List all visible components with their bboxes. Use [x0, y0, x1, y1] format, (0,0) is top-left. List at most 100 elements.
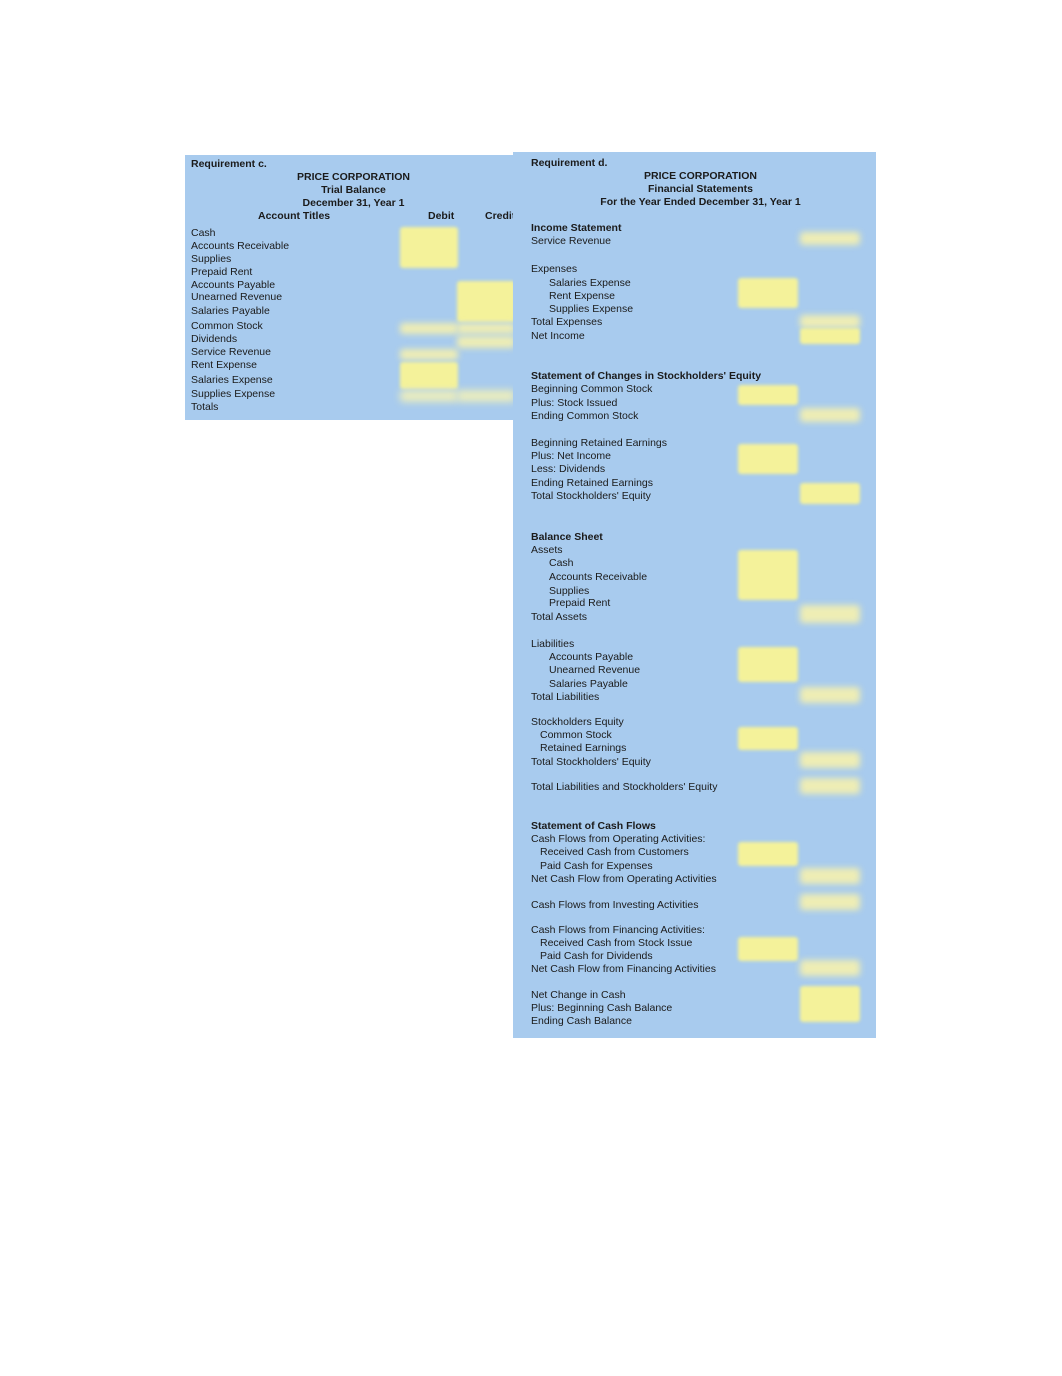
- trial-balance-debit-input-totals[interactable]: [400, 390, 458, 402]
- statement-line-label: Plus: Stock Issued: [531, 397, 618, 409]
- statement-line-label: Net Cash Flow from Financing Activities: [531, 963, 716, 975]
- statement-heading: Statement of Changes in Stockholders' Eq…: [531, 370, 762, 382]
- column-header-credit: Credit: [485, 210, 516, 222]
- statement-line-label: Net Cash Flow from Operating Activities: [531, 873, 717, 885]
- statement-line-label: Total Stockholders' Equity: [531, 490, 651, 502]
- requirement-c-label: Requirement c.: [191, 158, 267, 170]
- statement-line-label: Stockholders Equity: [531, 716, 624, 728]
- scf-input-operating-detail[interactable]: [738, 842, 798, 866]
- statement-line-label: Ending Retained Earnings: [531, 477, 654, 489]
- trial-balance-company: PRICE CORPORATION: [297, 171, 410, 183]
- statement-line-label: Total Stockholders' Equity: [531, 756, 651, 768]
- statement-line-label: Plus: Beginning Cash Balance: [531, 1002, 673, 1014]
- trial-balance-title: Trial Balance: [321, 184, 386, 196]
- trial-balance-account-label: Accounts Receivable: [191, 240, 290, 252]
- financial-statements-title: Financial Statements: [647, 183, 754, 195]
- statement-line-label: Cash Flows from Investing Activities: [531, 899, 699, 911]
- statement-line-label: Net Change in Cash: [531, 989, 626, 1001]
- statement-line-label: Prepaid Rent: [549, 597, 611, 609]
- is-input-expense-detail[interactable]: [738, 278, 798, 308]
- column-header-debit: Debit: [428, 210, 455, 222]
- sce-input-ending-common-stock[interactable]: [800, 408, 860, 422]
- trial-balance-credit-input-common-stock[interactable]: [457, 323, 515, 334]
- statement-heading: Balance Sheet: [531, 531, 603, 543]
- statement-line-label: Unearned Revenue: [549, 664, 641, 676]
- statement-line-label: Received Cash from Customers: [540, 846, 689, 858]
- trial-balance-account-label: Dividends: [191, 333, 238, 345]
- bs-input-total-stockholders-equity[interactable]: [800, 752, 860, 768]
- statement-line-label: Net Income: [531, 330, 585, 342]
- trial-balance-period: December 31, Year 1: [302, 197, 405, 209]
- statement-line-label: Accounts Receivable: [549, 571, 648, 583]
- trial-balance-account-label: Supplies Expense: [191, 388, 276, 400]
- statement-line-label: Expenses: [531, 263, 578, 275]
- sce-input-common-stock-detail[interactable]: [738, 385, 798, 405]
- trial-balance-debit-input-dividends[interactable]: [400, 323, 458, 334]
- statement-line-label: Cash: [549, 557, 574, 569]
- trial-balance-credit-input-totals[interactable]: [457, 390, 515, 402]
- statement-line-label: Common Stock: [540, 729, 612, 741]
- bs-input-total-liabilities-and-equity[interactable]: [800, 778, 860, 794]
- statement-line-label: Received Cash from Stock Issue: [540, 937, 693, 949]
- scf-input-financing-detail[interactable]: [738, 937, 798, 961]
- trial-balance-account-label: Common Stock: [191, 320, 263, 332]
- statement-line-label: Salaries Payable: [549, 678, 628, 690]
- statement-line-label: Accounts Payable: [549, 651, 634, 663]
- statement-line-label: Beginning Common Stock: [531, 383, 653, 395]
- financial-statements-panel: Requirement d. PRICE CORPORATION Financi…: [513, 152, 876, 1038]
- sce-input-retained-earnings-detail[interactable]: [738, 444, 798, 474]
- trial-balance-account-label: Cash: [191, 227, 216, 239]
- statement-line-label: Beginning Retained Earnings: [531, 437, 668, 449]
- trial-balance-debit-input-assets[interactable]: [400, 227, 458, 268]
- bs-input-equity-detail[interactable]: [738, 727, 798, 750]
- trial-balance-account-label: Totals: [191, 401, 219, 413]
- bs-input-liabilities-detail[interactable]: [738, 647, 798, 682]
- requirement-d-label: Requirement d.: [531, 157, 608, 169]
- trial-balance-credit-input-liabilities[interactable]: [457, 281, 515, 322]
- is-input-service-revenue[interactable]: [800, 232, 860, 245]
- statement-line-label: Salaries Expense: [549, 277, 631, 289]
- statement-line-label: Total Liabilities and Stockholders' Equi…: [531, 781, 718, 793]
- trial-balance-account-label: Supplies: [191, 253, 232, 265]
- statement-line-label: Supplies Expense: [549, 303, 634, 315]
- trial-balance-account-label: Prepaid Rent: [191, 266, 253, 278]
- bs-input-total-assets[interactable]: [800, 605, 860, 623]
- statement-line-label: Total Expenses: [531, 316, 603, 328]
- statement-line-label: Total Liabilities: [531, 691, 600, 703]
- financial-statements-period: For the Year Ended December 31, Year 1: [600, 196, 801, 208]
- column-header-account-titles: Account Titles: [258, 210, 331, 222]
- statement-line-label: Cash Flows from Financing Activities:: [531, 924, 705, 936]
- trial-balance-account-label: Unearned Revenue: [191, 291, 283, 303]
- is-input-total-expenses[interactable]: [800, 315, 860, 328]
- statement-line-label: Plus: Net Income: [531, 450, 611, 462]
- scf-input-investing[interactable]: [800, 894, 860, 910]
- is-input-net-income[interactable]: [800, 328, 860, 344]
- trial-balance-debit-input-rent-expense[interactable]: [400, 349, 458, 360]
- trial-balance-account-label: Salaries Payable: [191, 305, 270, 317]
- statement-line-label: Rent Expense: [549, 290, 615, 302]
- statement-line-label: Less: Dividends: [531, 463, 606, 475]
- statement-line-label: Service Revenue: [531, 235, 611, 247]
- trial-balance-debit-input-expenses[interactable]: [400, 362, 458, 389]
- trial-balance-panel: Requirement c. PRICE CORPORATION Trial B…: [185, 155, 522, 420]
- statement-heading: Statement of Cash Flows: [531, 820, 656, 832]
- statement-line-label: Paid Cash for Expenses: [540, 860, 653, 872]
- trial-balance-account-label: Rent Expense: [191, 359, 257, 371]
- statement-heading: Income Statement: [531, 222, 622, 234]
- financial-statements-company: PRICE CORPORATION: [644, 170, 757, 182]
- statement-line-label: Cash Flows from Operating Activities:: [531, 833, 706, 845]
- statement-line-label: Total Assets: [531, 611, 588, 623]
- trial-balance-account-label: Service Revenue: [191, 346, 271, 358]
- statement-line-label: Retained Earnings: [540, 742, 627, 754]
- scf-input-cash-balances[interactable]: [800, 986, 860, 1022]
- statement-line-label: Liabilities: [531, 638, 575, 650]
- bs-input-total-liabilities[interactable]: [800, 687, 860, 703]
- statement-line-label: Assets: [531, 544, 563, 556]
- scf-input-net-financing[interactable]: [800, 960, 860, 976]
- trial-balance-account-label: Salaries Expense: [191, 374, 273, 386]
- bs-input-assets-detail[interactable]: [738, 550, 798, 600]
- statement-line-label: Paid Cash for Dividends: [540, 950, 653, 962]
- scf-input-net-operating[interactable]: [800, 868, 860, 884]
- sce-input-total-equity[interactable]: [800, 483, 860, 504]
- trial-balance-credit-input-service-revenue[interactable]: [457, 336, 515, 348]
